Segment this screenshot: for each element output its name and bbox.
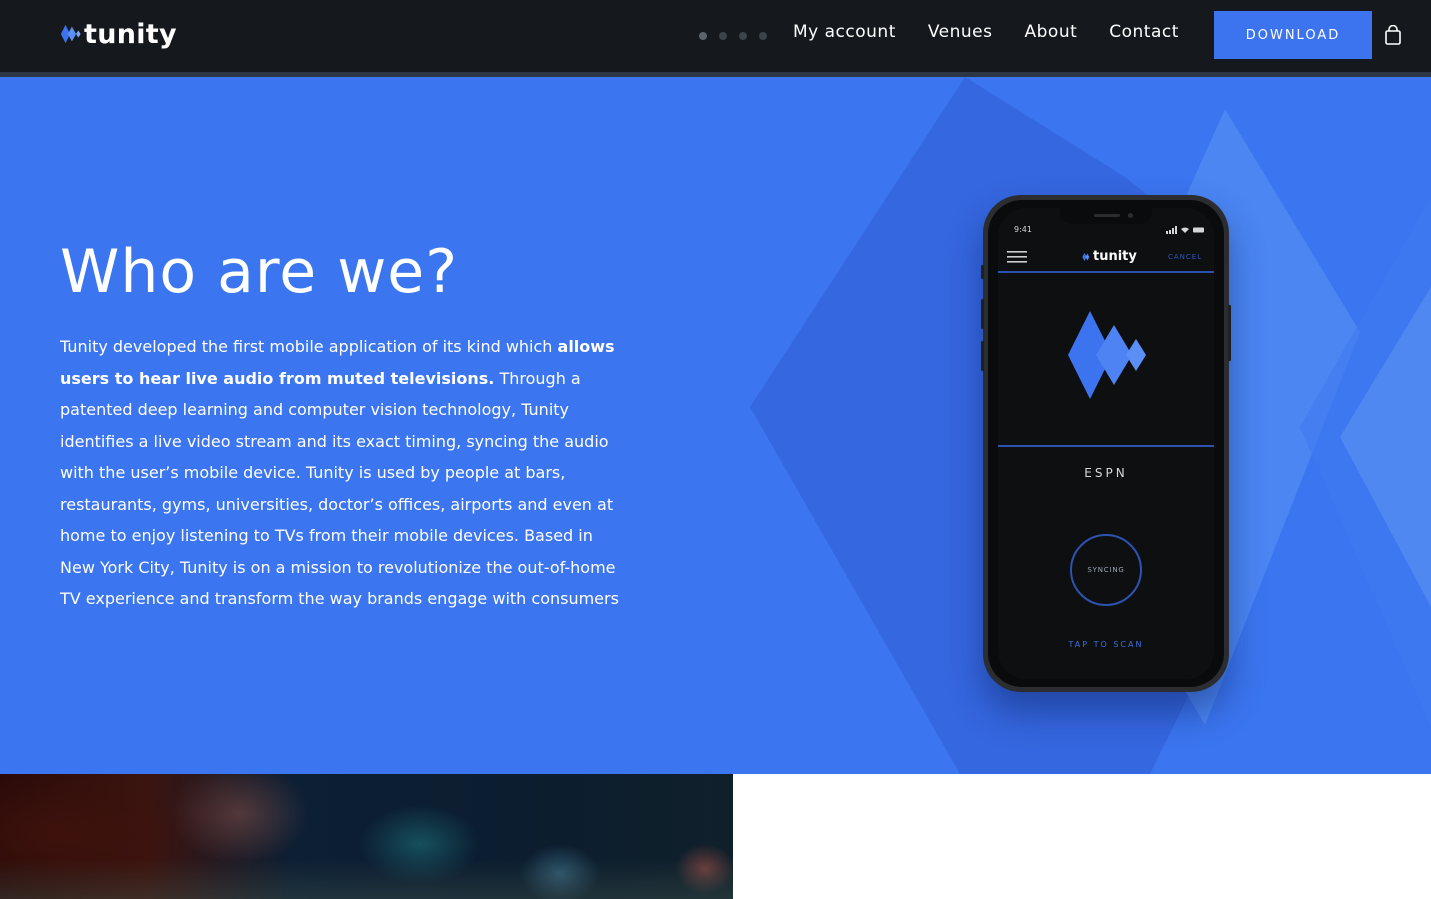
shopping-bag-icon[interactable] (1384, 25, 1402, 45)
pager-dot[interactable] (719, 32, 727, 40)
description-text: Tunity developed the first mobile applic… (60, 337, 558, 356)
tap-to-scan-label[interactable]: TAP TO SCAN (998, 640, 1214, 649)
status-bar-icons (1166, 226, 1204, 234)
top-navigation: tunity My account Venues About Contact D… (0, 0, 1431, 72)
download-button[interactable]: DOWNLOAD (1214, 11, 1372, 59)
phone-bezel: 9:41 tunity CANCEL ESPN SYNCING TAP TO S… (988, 200, 1224, 687)
nav-link-about[interactable]: About (1025, 22, 1078, 42)
tunity-diamond-icon (60, 24, 81, 44)
brand-logo[interactable]: tunity (60, 14, 177, 54)
phone-side-button (981, 299, 984, 329)
sync-button[interactable]: SYNCING (1070, 534, 1142, 606)
cancel-button[interactable]: CANCEL (1168, 253, 1202, 261)
phone-side-button (981, 341, 984, 371)
nav-link-my-account[interactable]: My account (793, 22, 896, 42)
phone-notch (1060, 208, 1152, 224)
phone-speaker (1094, 214, 1120, 217)
channel-name: ESPN (1084, 466, 1128, 480)
description-text: Through a patented deep learning and com… (60, 368, 619, 609)
pager-dot[interactable] (699, 32, 707, 40)
photo-glow (0, 859, 733, 899)
logo-text: tunity (84, 18, 177, 50)
phone-side-button (981, 265, 984, 279)
about-description: Tunity developed the first mobile applic… (60, 331, 628, 615)
white-panel (733, 774, 1431, 899)
screen-divider (998, 271, 1214, 273)
tunity-large-diamond-icon (1068, 311, 1146, 399)
phone-camera (1128, 213, 1133, 218)
phone-mockup: 9:41 tunity CANCEL ESPN SYNCING TAP TO S… (981, 195, 1231, 692)
app-logo-text: tunity (1093, 249, 1137, 264)
tunity-diamond-icon (1082, 252, 1090, 261)
pager-dots (699, 32, 767, 40)
bar-background-photo (0, 774, 733, 899)
screen-divider (998, 445, 1214, 447)
nav-links: My account Venues About Contact (793, 22, 1211, 42)
app-logo: tunity (1082, 249, 1137, 264)
nav-link-venues[interactable]: Venues (928, 22, 993, 42)
about-hero-section: Who are we? Tunity developed the first m… (0, 77, 1431, 774)
status-time: 9:41 (1014, 225, 1032, 234)
page-title: Who are we? (60, 237, 459, 307)
hamburger-menu-icon[interactable] (1007, 250, 1029, 264)
sync-status: SYNCING (1087, 566, 1125, 574)
nav-link-contact[interactable]: Contact (1109, 22, 1179, 42)
phone-screen: 9:41 tunity CANCEL ESPN SYNCING TAP TO S… (998, 208, 1214, 679)
pager-dot[interactable] (739, 32, 747, 40)
phone-side-button (1228, 305, 1231, 361)
pager-dot[interactable] (759, 32, 767, 40)
